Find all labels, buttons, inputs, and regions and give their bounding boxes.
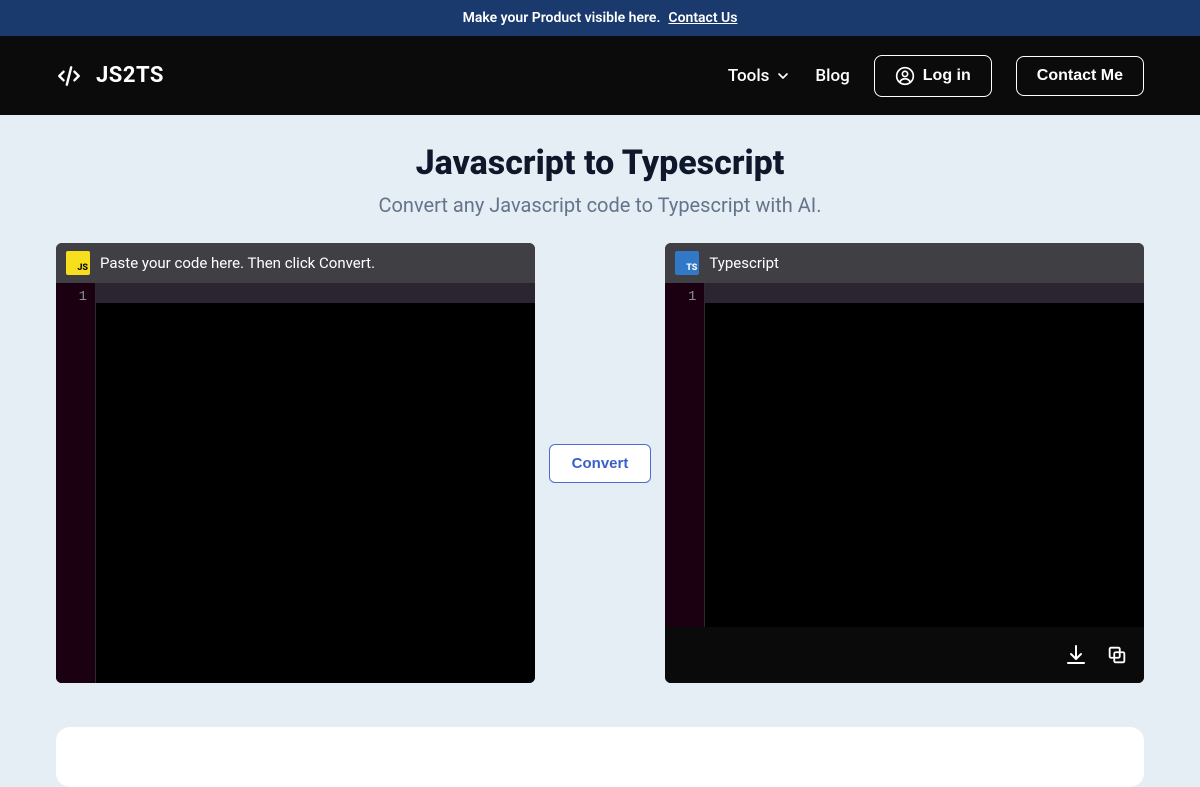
output-line-number: 1 xyxy=(665,287,696,307)
promo-banner: Make your Product visible here. Contact … xyxy=(0,0,1200,36)
source-code-input[interactable] xyxy=(96,283,535,683)
login-label: Log in xyxy=(923,67,971,85)
output-toolbar xyxy=(665,627,1144,683)
contact-label: Contact Me xyxy=(1037,67,1123,85)
copy-icon xyxy=(1106,644,1128,666)
output-code-display[interactable] xyxy=(705,283,1144,627)
brand-text: JS2TS xyxy=(96,63,164,88)
promo-link[interactable]: Contact Us xyxy=(668,10,737,26)
output-editor-title: Typescript xyxy=(709,254,779,272)
download-icon xyxy=(1064,643,1088,667)
info-card xyxy=(56,727,1144,787)
promo-text: Make your Product visible here. xyxy=(463,10,661,26)
source-editor-header: JS Paste your code here. Then click Conv… xyxy=(56,243,535,283)
brand[interactable]: JS2TS xyxy=(56,63,164,89)
nav-tools-label: Tools xyxy=(728,66,770,86)
source-editor: JS Paste your code here. Then click Conv… xyxy=(56,243,535,683)
login-button[interactable]: Log in xyxy=(874,55,992,97)
user-circle-icon xyxy=(895,66,915,86)
copy-button[interactable] xyxy=(1106,644,1128,666)
navbar: JS2TS Tools Blog Log in Contact Me xyxy=(0,36,1200,115)
output-editor: TS Typescript 1 xyxy=(665,243,1144,683)
nav-blog-link[interactable]: Blog xyxy=(815,66,849,86)
js-badge-icon: JS xyxy=(66,251,90,275)
output-gutter: 1 xyxy=(665,283,705,627)
source-editor-title: Paste your code here. Then click Convert… xyxy=(100,254,375,272)
convert-button[interactable]: Convert xyxy=(549,444,652,483)
download-button[interactable] xyxy=(1064,643,1088,667)
page-title: Javascript to Typescript xyxy=(56,143,1144,183)
contact-button[interactable]: Contact Me xyxy=(1016,56,1144,96)
source-gutter: 1 xyxy=(56,283,96,683)
page-subtitle: Convert any Javascript code to Typescrip… xyxy=(56,193,1144,217)
output-editor-header: TS Typescript xyxy=(665,243,1144,283)
chevron-down-icon xyxy=(775,68,791,84)
ts-badge-icon: TS xyxy=(675,251,699,275)
code-slash-icon xyxy=(56,63,82,89)
source-line-number: 1 xyxy=(56,287,87,307)
nav-tools-dropdown[interactable]: Tools xyxy=(728,66,792,86)
